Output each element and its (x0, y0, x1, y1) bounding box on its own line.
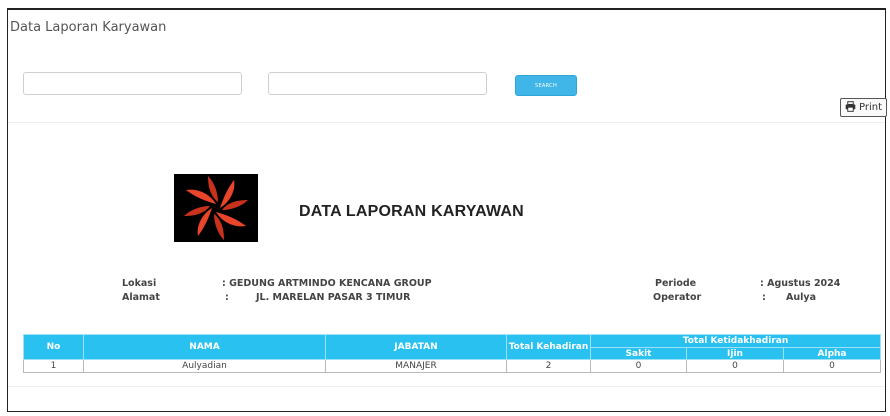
cell-total-kehadiran: 2 (506, 359, 591, 373)
header-ijin: Ijin (686, 347, 784, 360)
periode-label: Periode (655, 278, 697, 289)
filter-input-2[interactable] (268, 72, 487, 95)
header-total-ketidakhadiran: Total Ketidakhadiran (589, 334, 882, 348)
operator-colon: : (762, 292, 766, 303)
cell-no: 1 (23, 359, 84, 373)
cell-alpha: 0 (782, 359, 882, 373)
search-button[interactable]: SEARCH (515, 75, 577, 96)
printer-icon (845, 100, 856, 115)
header-nama: NAMA (83, 334, 326, 360)
header-sakit: Sakit (590, 347, 687, 360)
divider (8, 122, 885, 123)
cell-jabatan: MANAJER (325, 359, 507, 373)
page-title: Data Laporan Karyawan (10, 20, 167, 35)
header-jabatan: JABATAN (325, 334, 507, 360)
company-logo (174, 174, 258, 242)
print-button-label: Print (858, 102, 882, 113)
header-alpha: Alpha (782, 347, 882, 360)
search-button-label: SEARCH (534, 82, 558, 89)
alamat-label: Alamat (122, 292, 160, 303)
lokasi-value: : GEDUNG ARTMINDO KENCANA GROUP (222, 278, 432, 289)
print-button[interactable]: Print (840, 98, 887, 117)
header-total-kehadiran: Total Kehadiran (506, 334, 591, 360)
divider (8, 386, 885, 387)
cell-nama: Aulyadian (83, 359, 326, 373)
report-table: No NAMA JABATAN Total Kehadiran Total Ke… (23, 334, 882, 373)
cell-ijin: 0 (686, 359, 784, 373)
header-no: No (23, 334, 84, 360)
operator-value: Aulya (786, 292, 816, 303)
periode-value: : Agustus 2024 (760, 278, 841, 289)
filter-input-1[interactable] (23, 72, 242, 95)
lokasi-label: Lokasi (122, 278, 157, 289)
table-row: 1 Aulyadian MANAJER 2 0 0 0 (23, 359, 882, 373)
operator-label: Operator (653, 292, 702, 303)
alamat-colon: : (225, 292, 229, 303)
report-title: DATA LAPORAN KARYAWAN (299, 203, 524, 220)
cell-sakit: 0 (590, 359, 687, 373)
alamat-value: JL. MARELAN PASAR 3 TIMUR (256, 292, 411, 303)
